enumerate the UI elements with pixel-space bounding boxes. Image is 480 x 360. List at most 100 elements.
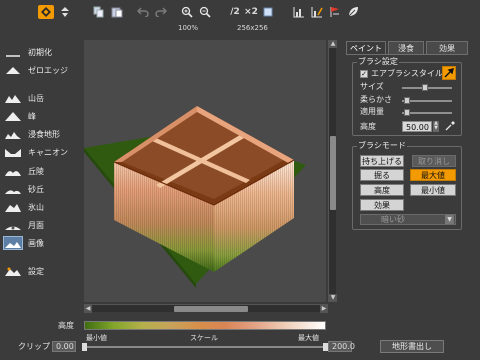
sidebar-item-reset[interactable]: 初期化 — [4, 45, 74, 59]
airbrush-checkbox[interactable]: ✓ — [360, 70, 368, 78]
chevron-down-icon: ▼ — [445, 215, 454, 224]
scroll-left-arrow[interactable]: ◀ — [84, 305, 92, 313]
scroll-down-arrow[interactable]: ▼ — [329, 294, 337, 302]
scroll-right-arrow[interactable]: ▶ — [320, 305, 328, 313]
erosion-icon — [4, 128, 22, 140]
iceberg-icon — [4, 201, 22, 213]
clip-max-field[interactable]: 200.0 — [328, 341, 355, 352]
image-icon — [3, 236, 23, 250]
sidebar-item-label: 峰 — [28, 111, 36, 121]
sidebar-item-iceberg[interactable]: 氷山 — [4, 200, 74, 214]
pin-icon[interactable] — [58, 5, 72, 19]
brush-pick-icon[interactable] — [442, 66, 456, 80]
sidebar-item-dunes[interactable]: 砂丘 — [4, 182, 74, 196]
sidebar-item-zero-edge[interactable]: ゼロエッジ — [4, 63, 74, 77]
resize-double-icon[interactable]: ×2 — [244, 5, 258, 19]
airbrush-label: エアブラシスタイル — [371, 69, 443, 78]
material-dropdown[interactable]: 暗い砂 ▼ — [360, 214, 456, 225]
scroll-up-arrow[interactable]: ▲ — [329, 40, 337, 48]
scale-label: スケール — [190, 334, 218, 342]
sidebar-item-erosion[interactable]: 浸食地形 — [4, 127, 74, 141]
minimum-button[interactable]: 最小値 — [410, 184, 456, 196]
sidebar-item-label: 砂丘 — [28, 184, 44, 194]
sidebar-item-image[interactable]: 画像 — [3, 236, 74, 250]
clip-min-handle[interactable] — [82, 343, 87, 351]
amount-slider-knob[interactable] — [404, 109, 410, 116]
square-icon[interactable] — [262, 5, 274, 19]
undo-brush-button[interactable]: 取り消し — [412, 155, 456, 167]
amount-label: 適用量 — [360, 107, 384, 116]
lunar-icon — [4, 219, 22, 231]
height-value-field[interactable]: 50.00 — [402, 121, 432, 132]
horizontal-scroll-thumb[interactable] — [174, 306, 248, 312]
sidebar-item-mountains[interactable]: 山岳 — [4, 91, 74, 105]
zero-edge-icon — [4, 64, 22, 76]
terrain-3d-viewport[interactable] — [84, 40, 326, 302]
paste-icon[interactable] — [110, 5, 124, 19]
size-label: サイズ — [360, 82, 384, 91]
viewport-vertical-scrollbar[interactable]: ▲ ▼ — [328, 40, 337, 302]
tab-paint[interactable]: ペイント — [346, 41, 386, 54]
amount-slider[interactable] — [402, 109, 452, 116]
brush-mode-title: ブラシモード — [357, 141, 407, 151]
clip-range-slider[interactable] — [82, 343, 328, 351]
dunes-icon — [4, 183, 22, 195]
tab-effects[interactable]: 効果 — [426, 41, 468, 54]
height-label: 高度 — [360, 122, 376, 131]
softness-slider-knob[interactable] — [404, 97, 410, 104]
altitude-button[interactable]: 高度 — [360, 184, 404, 196]
sidebar-item-label: 月面 — [28, 220, 44, 230]
terrain-editor-window: /2 ×2 100% 256x256 初期化ゼロエッジ山岳峰浸食地形キャニオン丘… — [0, 0, 480, 360]
zoom-level: 100% — [178, 24, 199, 32]
softness-label: 柔らかさ — [360, 95, 392, 104]
gradient-label: 高度 — [58, 321, 74, 330]
sidebar-item-label: 山岳 — [28, 93, 44, 103]
clip-min-field[interactable]: 0.00 — [52, 341, 76, 352]
sidebar-item-peak[interactable]: 峰 — [4, 109, 74, 123]
sidebar-item-canyon[interactable]: キャニオン — [4, 145, 74, 159]
reset-icon — [4, 46, 22, 58]
histogram-edit-icon[interactable] — [310, 5, 324, 19]
brush-settings-title: ブラシ設定 — [357, 57, 399, 67]
vertical-scroll-thumb[interactable] — [330, 136, 336, 210]
eyedropper-icon[interactable] — [444, 120, 456, 132]
size-slider-knob[interactable] — [422, 84, 428, 91]
raise-button[interactable]: 持ち上げる — [360, 155, 404, 167]
histogram-icon[interactable] — [292, 5, 306, 19]
sidebar-item-label: 丘陵 — [28, 166, 44, 176]
redo-icon[interactable] — [154, 5, 168, 19]
export-terrain-button[interactable]: 地形書出し — [380, 340, 444, 353]
settings-icon — [4, 265, 22, 277]
hills-icon — [4, 165, 22, 177]
undo-icon[interactable] — [136, 5, 150, 19]
material-dropdown-value: 暗い砂 — [381, 215, 405, 224]
height-spinner[interactable]: ▲ ▼ — [433, 121, 439, 132]
flag-icon[interactable] — [328, 5, 342, 19]
sidebar-item-label: 氷山 — [28, 202, 44, 212]
copy-icon[interactable] — [92, 5, 104, 19]
canyon-icon — [4, 146, 22, 158]
sidebar-item-label: 画像 — [28, 238, 44, 248]
maximum-button[interactable]: 最大値 — [410, 169, 456, 181]
zoom-out-icon[interactable] — [198, 5, 212, 19]
tab-erosion[interactable]: 浸食 — [388, 41, 424, 54]
sidebar-item-hills[interactable]: 丘陵 — [4, 164, 74, 178]
sidebar-item-lunar[interactable]: 月面 — [4, 218, 74, 232]
terrain-render — [84, 106, 306, 288]
mountains-icon — [4, 92, 22, 104]
viewport-horizontal-scrollbar[interactable]: ◀ ▶ — [84, 304, 328, 313]
zoom-in-icon[interactable] — [180, 5, 194, 19]
resize-half-icon[interactable]: /2 — [228, 5, 242, 19]
select-tool-icon[interactable] — [38, 5, 54, 19]
size-slider[interactable] — [402, 84, 452, 91]
effects-button[interactable]: 効果 — [360, 199, 404, 211]
sidebar-item-label: ゼロエッジ — [28, 65, 68, 75]
sidebar-item-settings[interactable]: 設定 — [4, 264, 74, 278]
leaf-icon[interactable] — [346, 5, 360, 19]
height-color-gradient[interactable] — [84, 321, 326, 330]
sidebar-item-label: 設定 — [28, 266, 44, 276]
min-label: 最小値 — [86, 334, 107, 342]
dig-button[interactable]: 掘る — [360, 169, 404, 181]
resolution-readout: 256x256 — [237, 24, 268, 32]
softness-slider[interactable] — [402, 97, 452, 104]
